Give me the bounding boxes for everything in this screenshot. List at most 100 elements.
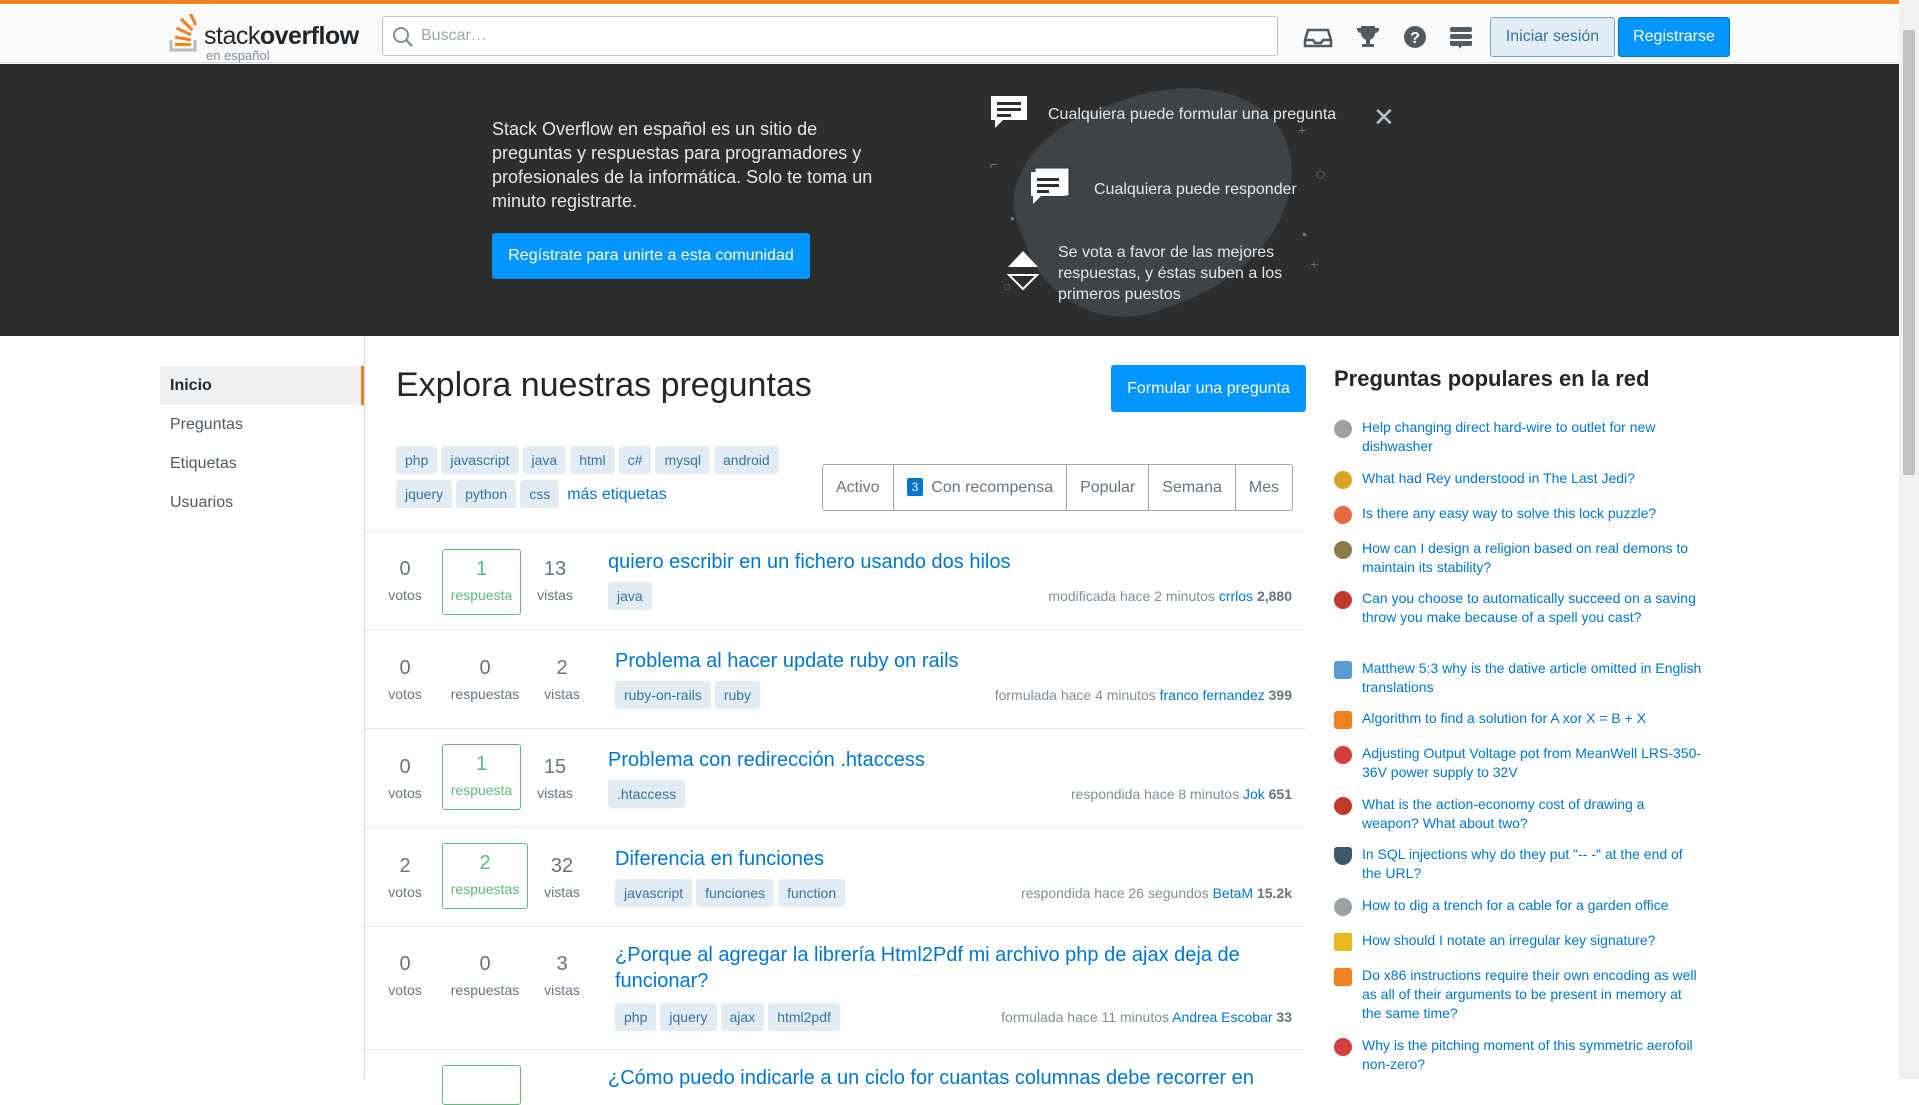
question-title-link[interactable]: ¿Cómo puedo indicarle a un ciclo for cua…: [608, 1065, 1254, 1091]
question-tag[interactable]: ruby-on-rails: [615, 681, 711, 709]
question-title-link[interactable]: Diferencia en funciones: [615, 846, 824, 872]
activity-text: formulada hace 11 minutos: [1001, 1009, 1169, 1025]
question-meta: respondida hace 8 minutos Jok 651: [1071, 786, 1292, 802]
page-title: Explora nuestras preguntas: [396, 366, 812, 404]
hot-question-link[interactable]: Help changing direct hard-wire to outlet…: [1362, 418, 1704, 456]
vote-number: 0: [399, 756, 411, 778]
answer-number: 1: [475, 558, 488, 580]
question-tag[interactable]: html2pdf: [768, 1003, 840, 1031]
register-button[interactable]: Registrarse: [1618, 17, 1730, 57]
hot-question-link[interactable]: How can I design a religion based on rea…: [1362, 539, 1704, 577]
hot-question-link[interactable]: How to dig a trench for a cable for a ga…: [1362, 896, 1704, 915]
tab-con-recompensa[interactable]: 3 Con recompensa: [894, 465, 1068, 510]
question-title-link[interactable]: Problema al hacer update ruby on rails: [615, 648, 959, 674]
join-community-button[interactable]: Regístrate para unirte a esta comunidad: [492, 233, 810, 279]
question-tag[interactable]: ruby: [714, 681, 761, 709]
nav-item-usuarios[interactable]: Usuarios: [160, 483, 365, 522]
hot-question-link[interactable]: Do x86 instructions require their own en…: [1362, 966, 1704, 1023]
hot-question-link[interactable]: Can you choose to automatically succeed …: [1362, 589, 1704, 627]
tag-php[interactable]: php: [396, 446, 438, 474]
ask-question-icon: [991, 96, 1027, 128]
site-logo[interactable]: stackoverflow en español: [168, 12, 363, 63]
question-title-link[interactable]: quiero escribir en un fichero usando dos…: [608, 549, 1010, 575]
scrollbar-thumb[interactable]: [1903, 30, 1915, 475]
nav-item-preguntas[interactable]: Preguntas: [160, 405, 365, 444]
tag-css[interactable]: css: [520, 480, 560, 508]
tag-mysql[interactable]: mysql: [655, 446, 710, 474]
question-summary: 0 votos 1 respuesta 15 vistas Problema con …: [365, 730, 1305, 828]
hot-question-link[interactable]: Matthew 5:3 why is the dative article om…: [1362, 659, 1704, 697]
tag-python[interactable]: python: [456, 480, 517, 508]
question-tag[interactable]: funciones: [696, 879, 775, 907]
decor-dot: •: [1302, 226, 1307, 242]
user-link[interactable]: Andrea Escobar: [1172, 1009, 1272, 1025]
question-summary: ¿Cómo puedo indicarle a un ciclo for cua…: [365, 1051, 1305, 1105]
question-tag[interactable]: php: [615, 1003, 657, 1031]
search-icon: [393, 27, 413, 47]
question-title-link[interactable]: Problema con redirección .htaccess: [608, 747, 925, 773]
hot-question-item: What had Rey understood in The Last Jedi…: [1334, 469, 1704, 489]
welcome-banner: Stack Overflow en español es un sitio de…: [0, 52, 1899, 346]
achievements-icon[interactable]: [1353, 22, 1383, 52]
hot-question-link[interactable]: Adjusting Output Voltage pot from MeanWe…: [1362, 744, 1704, 782]
hot-question-link[interactable]: In SQL injections why do they put "-- -"…: [1362, 845, 1704, 883]
user-link[interactable]: BetaM: [1213, 885, 1253, 901]
view-count: 15 vistas: [530, 756, 580, 801]
hot-question-link[interactable]: What had Rey understood in The Last Jedi…: [1362, 469, 1704, 488]
tag-html[interactable]: html: [570, 446, 615, 474]
view-number: 15: [543, 756, 567, 778]
question-tag[interactable]: .htaccess: [608, 780, 686, 808]
vote-count: 0 votos: [380, 558, 430, 603]
hot-question-item: Help changing direct hard-wire to outlet…: [1334, 418, 1704, 456]
more-tags-link[interactable]: más etiquetas: [567, 486, 667, 504]
ask-question-button[interactable]: Formular una pregunta: [1111, 365, 1306, 412]
nav-item-inicio[interactable]: Inicio: [160, 366, 365, 405]
hot-question-link[interactable]: How should I notate an irregular key sig…: [1362, 931, 1704, 950]
close-icon[interactable]: ✕: [1373, 102, 1395, 133]
tag-android[interactable]: android: [714, 446, 779, 474]
feature-ask: Cualquiera puede formular una pregunta: [1048, 106, 1337, 123]
user-link[interactable]: crrlos: [1219, 588, 1253, 604]
hot-question-link[interactable]: Is there any easy way to solve this lock…: [1362, 504, 1704, 523]
view-count: 3 vistas: [537, 953, 587, 998]
login-button[interactable]: Iniciar sesión: [1490, 17, 1615, 57]
site-icon: [1334, 933, 1352, 951]
question-tag[interactable]: ajax: [720, 1003, 765, 1031]
question-tag[interactable]: java: [608, 582, 652, 610]
nav-item-etiquetas[interactable]: Etiquetas: [160, 444, 365, 483]
question-tag[interactable]: javascript: [615, 879, 693, 907]
view-number: 2: [556, 657, 568, 679]
hot-question-link[interactable]: What is the action-economy cost of drawi…: [1362, 795, 1704, 833]
question-meta: formulada hace 4 minutos franco fernande…: [995, 687, 1292, 703]
help-icon[interactable]: ?: [1400, 22, 1430, 52]
search-input[interactable]: [421, 25, 1261, 47]
inbox-icon[interactable]: [1303, 22, 1333, 52]
question-tag[interactable]: jquery: [660, 1003, 717, 1031]
site-switcher-icon[interactable]: [1446, 22, 1476, 52]
search-box[interactable]: [382, 16, 1278, 56]
user-link[interactable]: Jok: [1243, 786, 1265, 802]
tab-semana[interactable]: Semana: [1149, 465, 1236, 510]
banner-text: Stack Overflow en español es un sitio de…: [492, 119, 873, 211]
site-icon: [1334, 420, 1352, 438]
view-label: vistas: [544, 884, 580, 900]
tab-popular[interactable]: Popular: [1067, 465, 1150, 510]
tag-csharp[interactable]: c#: [618, 446, 652, 474]
tag-javascript[interactable]: javascript: [441, 446, 519, 474]
tab-mes[interactable]: Mes: [1236, 465, 1292, 510]
hot-question-item: Is there any easy way to solve this lock…: [1334, 504, 1704, 524]
question-title-link[interactable]: ¿Porque al agregar la librería Html2Pdf …: [615, 942, 1275, 994]
answer-count: 0 respuestas: [442, 657, 528, 702]
question-tag[interactable]: function: [778, 879, 846, 907]
hot-question-link[interactable]: Algorithm to find a solution for A xor X…: [1362, 709, 1704, 728]
hot-question-link[interactable]: Why is the pitching moment of this symme…: [1362, 1036, 1704, 1074]
tag-java[interactable]: java: [522, 446, 567, 474]
user-link[interactable]: franco fernandez: [1160, 687, 1265, 703]
tag-jquery[interactable]: jquery: [396, 480, 453, 508]
activity-text: respondida hace 8 minutos: [1070, 786, 1240, 802]
answer-count: 1 respuesta: [442, 549, 521, 615]
top-bar: stackoverflow en español ? Iniciar sesió…: [0, 0, 1899, 63]
answer-label: respuestas: [450, 982, 520, 998]
hot-question-item: How to dig a trench for a cable for a ga…: [1334, 896, 1704, 916]
tab-activo[interactable]: Activo: [823, 465, 894, 510]
